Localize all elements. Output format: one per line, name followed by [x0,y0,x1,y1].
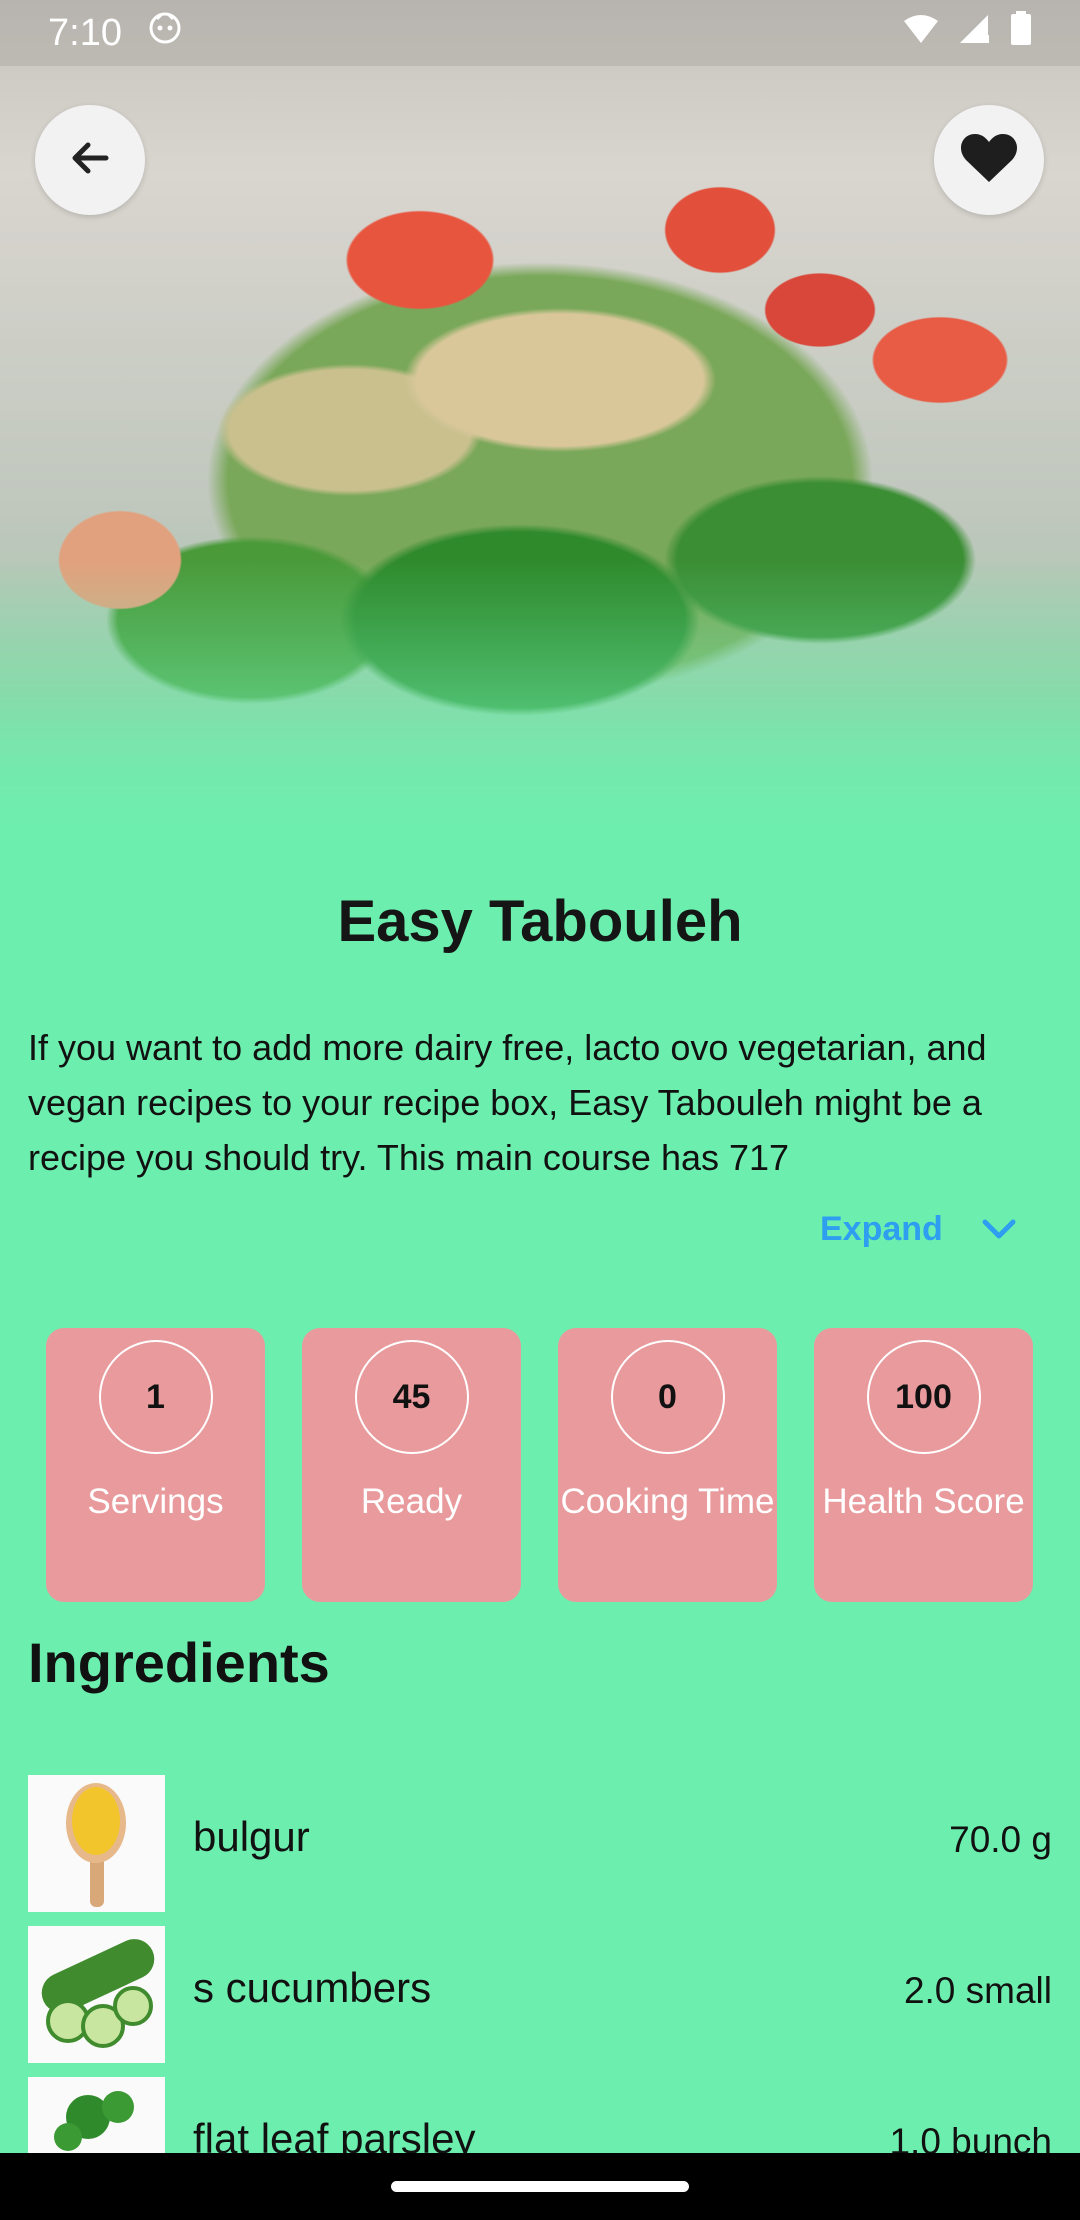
stat-value: 0 [610,1340,725,1454]
expand-button[interactable]: Expand [820,1210,1017,1249]
ingredient-row[interactable]: bulgur 70.0 g [28,1775,1052,1912]
ingredient-image-cucumber [28,1926,165,2063]
ingredient-amount: 2.0 small [903,1970,1052,2011]
stat-value: 45 [354,1340,469,1454]
stat-card-servings: 1 Servings [46,1328,265,1602]
home-gesture-handle[interactable] [391,2181,689,2192]
back-button[interactable] [35,105,145,215]
stat-card-ready: 45 Ready [302,1328,521,1602]
stat-label: Health Score [822,1482,1025,1521]
stat-label: Cooking Time [560,1482,775,1521]
ingredient-name: bulgur [193,1813,310,1860]
status-bar: 7:10 [0,0,1080,66]
ingredients-heading: Ingredients [28,1631,330,1694]
heart-icon [960,132,1018,189]
stat-label: Ready [360,1482,463,1521]
expand-label: Expand [820,1210,943,1248]
battery-icon [1010,11,1032,55]
ingredient-name: s cucumbers [193,1964,432,2011]
stat-value: 1 [98,1340,213,1454]
wifi-icon [902,12,940,55]
chevron-down-icon [981,1210,1017,1249]
signal-icon [958,12,992,55]
arrow-back-icon [66,134,114,187]
recipe-title: Easy Tabouleh [337,889,743,954]
stat-label: Servings [87,1482,224,1521]
ingredient-amount: 70.0 g [949,1819,1052,1860]
recipe-stats: 1 Servings 45 Ready 0 Cooking Time 100 H… [46,1328,1033,1602]
stat-card-health-score: 100 Health Score [814,1328,1033,1602]
favorite-button[interactable] [934,105,1044,215]
ingredient-row[interactable]: s cucumbers 2.0 small [28,1926,1052,2063]
ingredient-image-bulgur [28,1775,165,1912]
app-notification-icon [148,11,182,55]
status-time: 7:10 [48,11,122,54]
stat-value: 100 [866,1340,981,1454]
hero-fade-overlay [0,560,1080,870]
stat-card-cooking-time: 0 Cooking Time [558,1328,777,1602]
recipe-summary: If you want to add more dairy free, lact… [28,1027,987,1178]
